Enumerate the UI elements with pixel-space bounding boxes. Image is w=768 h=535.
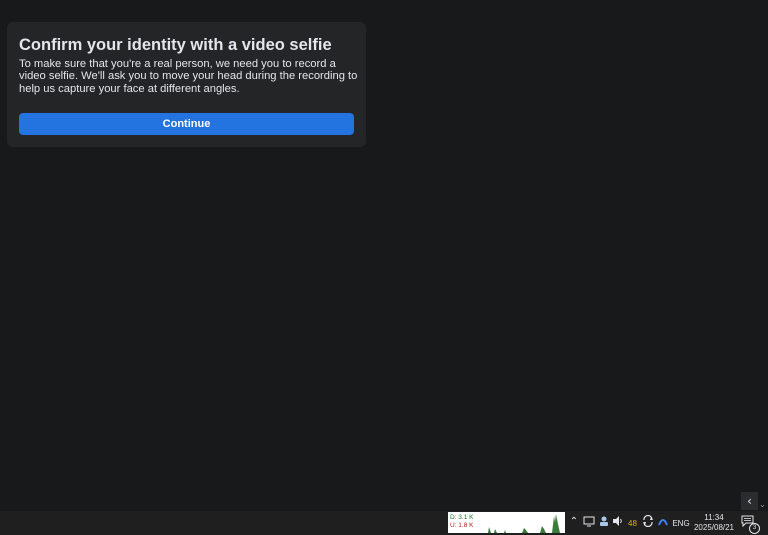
arc-app-glyph: [657, 519, 668, 526]
arc-app-icon[interactable]: [656, 515, 669, 532]
continue-button[interactable]: Continue: [19, 113, 354, 135]
notification-center-button[interactable]: 3: [741, 514, 760, 534]
clock-time: 11:34: [704, 513, 724, 522]
graph-spike: [494, 529, 497, 533]
clock-date: 2025/08/21: [693, 523, 735, 532]
speaker-icon[interactable]: [611, 515, 625, 532]
chevron-up-icon[interactable]: ⌃: [568, 515, 580, 529]
taskbar: D: 3.1 K U: 1.8 K ⌃ 48 ENG 11:34 2025/08…: [0, 511, 768, 535]
temperature-indicator[interactable]: 48: [626, 517, 639, 531]
network-user-icon[interactable]: [597, 515, 611, 532]
graph-spike: [504, 530, 506, 533]
desktop-screen: Confirm your identity with a video selfi…: [0, 0, 768, 535]
language-indicator[interactable]: ENG: [671, 517, 691, 531]
upload-speed: U: 1.8 K: [450, 522, 474, 529]
download-speed: D: 3.1 K: [450, 514, 474, 521]
network-user-glyph: [600, 516, 608, 526]
speaker-glyph: [613, 516, 622, 526]
dialog-description: To make sure that you're a real person, …: [19, 58, 358, 95]
dialog-title: Confirm your identity with a video selfi…: [19, 36, 332, 54]
system-clock[interactable]: 11:34 2025/08/21: [692, 513, 736, 533]
network-speed-widget[interactable]: D: 3.1 K U: 1.8 K: [448, 512, 565, 533]
sync-icon[interactable]: [641, 514, 655, 532]
graph-spike: [552, 514, 560, 533]
notification-count-badge: 3: [749, 523, 760, 534]
sync-glyph: [643, 514, 653, 528]
chevron-down-icon[interactable]: ⌄: [759, 500, 766, 509]
expand-panel-chevron-left-icon[interactable]: ‹: [741, 492, 758, 510]
graph-spike: [488, 527, 491, 533]
display-icon-glyph: [583, 516, 595, 527]
graph-spike: [522, 528, 528, 533]
graph-spike: [540, 526, 546, 533]
display-icon[interactable]: [582, 515, 596, 532]
identity-confirm-dialog: Confirm your identity with a video selfi…: [7, 22, 366, 147]
